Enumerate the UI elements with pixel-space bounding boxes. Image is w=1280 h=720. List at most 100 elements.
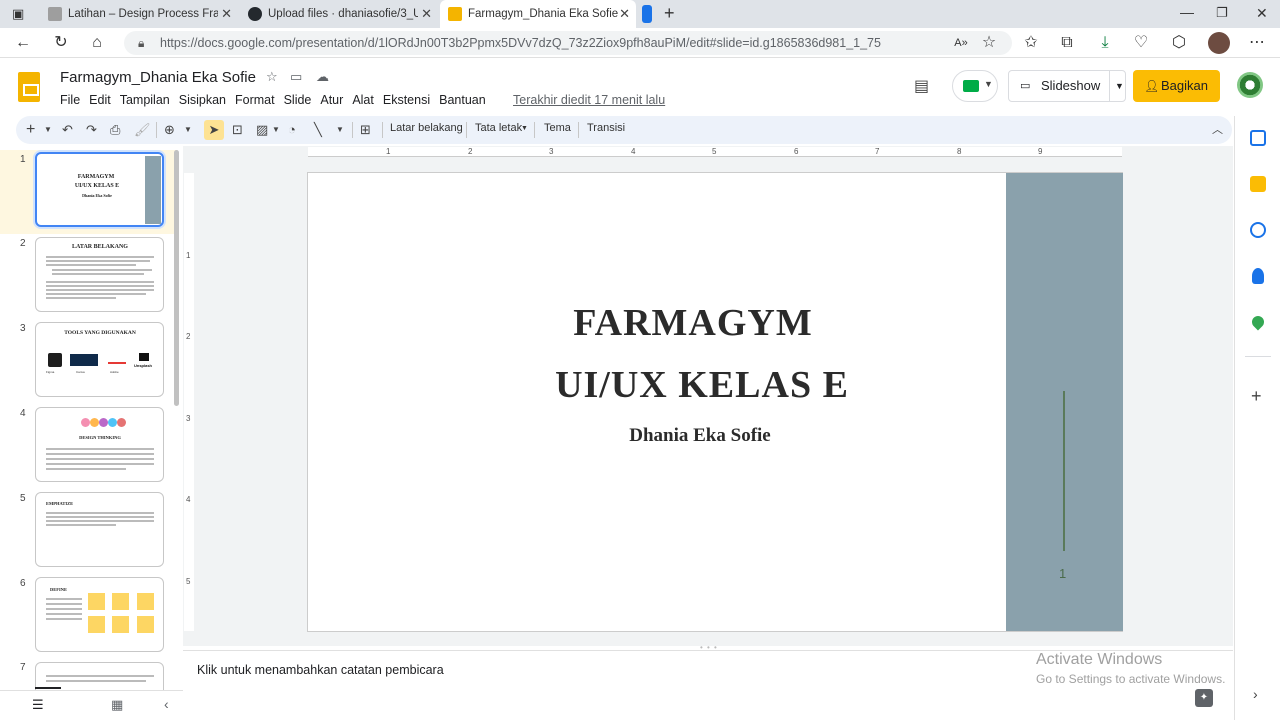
meet-button[interactable]: ▼ <box>952 70 998 102</box>
layout-button[interactable]: Tata letak <box>475 122 522 134</box>
line-icon[interactable]: ╲ <box>314 120 322 140</box>
extensions-icon[interactable]: ⬡ <box>1168 32 1190 54</box>
current-slide[interactable]: 1 FARMAGYM UI/UX KELAS E Dhania Eka Sofi… <box>307 172 1123 632</box>
slide-title-line-1[interactable]: FARMAGYM <box>308 301 1078 345</box>
get-addons-icon[interactable]: + <box>1251 386 1262 407</box>
comment-history-icon[interactable]: ▤ <box>914 76 936 96</box>
slides-logo-icon[interactable] <box>18 72 40 102</box>
slide-thumbnail-3[interactable]: TOOLS YANG DIGUNAKAN Figma Canva Adobe U… <box>35 322 164 397</box>
add-comment-icon[interactable]: ⊞ <box>360 120 371 140</box>
horizontal-ruler[interactable]: 1 2 3 4 5 6 7 8 9 <box>308 147 1122 157</box>
menu-insert[interactable]: Sisipkan <box>179 93 226 107</box>
browser-menu-icon[interactable]: ⋯ <box>1246 32 1268 54</box>
redo-icon[interactable]: ↷ <box>86 120 97 140</box>
slideshow-button[interactable]: ▭ Slideshow ▼ <box>1008 70 1126 102</box>
menu-format[interactable]: Format <box>235 93 275 107</box>
print-icon[interactable]: ⎙ <box>110 120 120 140</box>
collections-icon[interactable]: ⧉ <box>1056 32 1078 54</box>
vertical-ruler[interactable]: 1 2 3 4 5 <box>184 173 194 631</box>
transition-button[interactable]: Transisi <box>587 122 625 134</box>
show-side-panel-icon[interactable]: › <box>1253 686 1258 702</box>
keep-icon[interactable] <box>1250 176 1266 192</box>
star-icon[interactable]: ☆ <box>266 69 278 85</box>
background-button[interactable]: Latar belakang <box>390 122 463 134</box>
slide-title-line-2[interactable]: UI/UX KELAS E <box>308 363 1096 407</box>
slide-thumbnail-4[interactable]: DESIGN THINKING <box>35 407 164 482</box>
last-edit-link[interactable]: Terakhir diedit 17 menit lalu <box>513 93 665 107</box>
slide-thumbnail-6[interactable]: DEFINE <box>35 577 164 652</box>
back-icon[interactable]: ← <box>12 32 34 54</box>
account-avatar[interactable] <box>1237 72 1263 98</box>
slide-thumbnail-1[interactable]: FARMAGYM UI/UX KELAS E Dhania Eka Sofie <box>35 152 164 227</box>
new-slide-dropdown-icon[interactable]: ▼ <box>44 120 52 140</box>
tab-group-icon[interactable] <box>642 5 652 23</box>
read-aloud-icon[interactable]: A» <box>950 32 972 54</box>
line-dropdown-icon[interactable]: ▼ <box>336 120 344 140</box>
reload-icon[interactable]: ↻ <box>50 32 72 54</box>
select-tool-icon[interactable]: ➤ <box>204 120 224 140</box>
new-tab-icon[interactable]: + <box>664 3 675 24</box>
contacts-icon[interactable] <box>1252 268 1264 284</box>
home-icon[interactable]: ⌂ <box>86 32 108 54</box>
slide-subtitle[interactable]: Dhania Eka Sofie <box>308 425 1092 447</box>
extension-heart-icon[interactable]: ♡ <box>1130 32 1152 54</box>
slideshow-dropdown-icon[interactable]: ▼ <box>1109 71 1124 101</box>
move-folder-icon[interactable]: ▭ <box>290 69 302 85</box>
tasks-icon[interactable] <box>1250 222 1266 238</box>
close-tab-icon[interactable]: ✕ <box>421 6 432 22</box>
close-tab-icon[interactable]: ✕ <box>619 6 630 22</box>
menu-edit[interactable]: Edit <box>89 93 111 107</box>
collapse-toolbar-icon[interactable]: ︿ <box>1212 120 1223 140</box>
menu-extensions[interactable]: Ekstensi <box>383 93 430 107</box>
maps-icon[interactable] <box>1249 313 1267 331</box>
paint-format-icon[interactable]: 🖌︎ <box>134 120 151 140</box>
minimize-icon[interactable]: — <box>1180 4 1194 20</box>
thumb-text-line <box>46 675 154 677</box>
slide-thumbnail-7[interactable] <box>35 662 164 690</box>
grid-view-icon[interactable]: ▦ <box>111 697 123 713</box>
text-box-icon[interactable]: ⊡ <box>232 120 243 140</box>
calendar-icon[interactable] <box>1250 130 1266 146</box>
menu-tools[interactable]: Alat <box>352 93 374 107</box>
zoom-dropdown-icon[interactable]: ▼ <box>184 120 192 140</box>
menu-file[interactable]: File <box>60 93 80 107</box>
slide-thumbnail-5[interactable]: EMPHATIZE <box>35 492 164 567</box>
image-dropdown-icon[interactable]: ▼ <box>272 120 280 140</box>
image-icon[interactable]: ▨ <box>256 120 268 140</box>
shape-icon[interactable]: ◔ <box>288 120 296 140</box>
undo-icon[interactable]: ↶ <box>62 120 73 140</box>
collapse-filmstrip-icon[interactable]: ‹ <box>164 696 169 712</box>
thumb-text-line <box>46 468 126 470</box>
slide-page-number[interactable]: 1 <box>1059 566 1066 581</box>
explore-icon[interactable]: ✦ <box>1195 689 1213 707</box>
thumb-text-line <box>46 524 116 526</box>
url-field[interactable]: 🔒︎ https://docs.google.com/presentation/… <box>124 31 1012 55</box>
menu-view[interactable]: Tampilan <box>120 93 170 107</box>
profile-avatar[interactable] <box>1208 32 1230 54</box>
browser-tab-github[interactable]: Upload files · dhaniasofie/3_UIUX ✕ <box>240 0 438 28</box>
layout-dropdown-icon[interactable]: ▼ <box>521 125 528 132</box>
menu-slide[interactable]: Slide <box>284 93 312 107</box>
document-title[interactable]: Farmagym_Dhania Eka Sofie <box>60 69 256 86</box>
speaker-notes-placeholder[interactable]: Klik untuk menambahkan catatan pembicara <box>197 663 444 677</box>
favorites-icon[interactable]: ✩ <box>1020 32 1042 54</box>
filmstrip-scrollbar[interactable] <box>174 150 179 406</box>
filmstrip-view-icon[interactable]: ☰ <box>32 697 44 713</box>
share-button[interactable]: 👤︎ Bagikan <box>1133 70 1220 102</box>
zoom-icon[interactable]: ⊕ <box>164 120 175 140</box>
close-window-icon[interactable]: ✕ <box>1256 5 1268 22</box>
tab-actions-icon[interactable]: ▣ <box>12 6 24 22</box>
new-slide-icon[interactable]: + <box>26 120 35 140</box>
slide-thumbnail-2[interactable]: LATAR BELAKANG <box>35 237 164 312</box>
cloud-status-icon[interactable]: ☁︎ <box>316 69 329 85</box>
downloads-icon[interactable]: ⤓ <box>1094 32 1116 54</box>
add-favorite-icon[interactable]: ☆ <box>978 32 1000 54</box>
menu-help[interactable]: Bantuan <box>439 93 486 107</box>
browser-tab-latihan[interactable]: Latihan – Design Process Framew ✕ <box>40 0 238 28</box>
theme-button[interactable]: Tema <box>544 122 571 134</box>
browser-tab-farmagym[interactable]: Farmagym_Dhania Eka Sofie - Go ✕ <box>440 0 636 28</box>
slide-vertical-line[interactable] <box>1063 391 1065 551</box>
menu-arrange[interactable]: Atur <box>320 93 343 107</box>
maximize-icon[interactable]: ❐ <box>1216 5 1228 21</box>
close-tab-icon[interactable]: ✕ <box>221 6 232 22</box>
